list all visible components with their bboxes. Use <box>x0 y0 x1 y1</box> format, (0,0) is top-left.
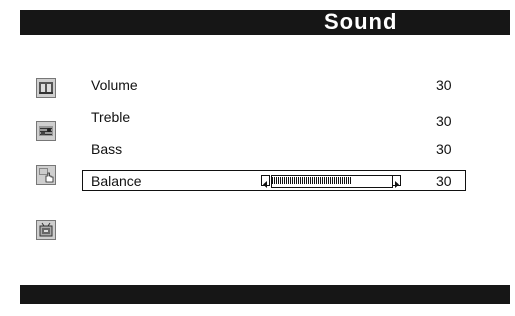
balance-slider[interactable] <box>261 175 401 188</box>
setup-hand-icon[interactable] <box>36 165 56 185</box>
slider-fill <box>272 177 351 184</box>
osd-window: Sound Volume 30 Treble 30 Bass 30 Balanc… <box>20 9 510 304</box>
left-arrow-icon[interactable] <box>261 175 270 188</box>
tv-channel-icon[interactable] <box>36 220 56 240</box>
footer-bar <box>20 285 510 304</box>
menu-item-label: Volume <box>91 77 138 93</box>
picture-icon[interactable] <box>36 78 56 98</box>
menu-item-value: 30 <box>436 113 452 129</box>
right-arrow-icon[interactable] <box>392 175 401 188</box>
menu-item-value: 30 <box>436 77 452 93</box>
menu-item-value: 30 <box>436 141 452 157</box>
page-title: Sound <box>324 9 398 34</box>
menu-item-value: 30 <box>436 173 452 189</box>
menu-item-label: Balance <box>91 173 142 189</box>
sound-icon[interactable] <box>36 121 56 141</box>
header-bar: Sound <box>20 9 510 35</box>
menu-item-label: Bass <box>91 141 123 157</box>
menu-item-label: Treble <box>91 109 131 125</box>
